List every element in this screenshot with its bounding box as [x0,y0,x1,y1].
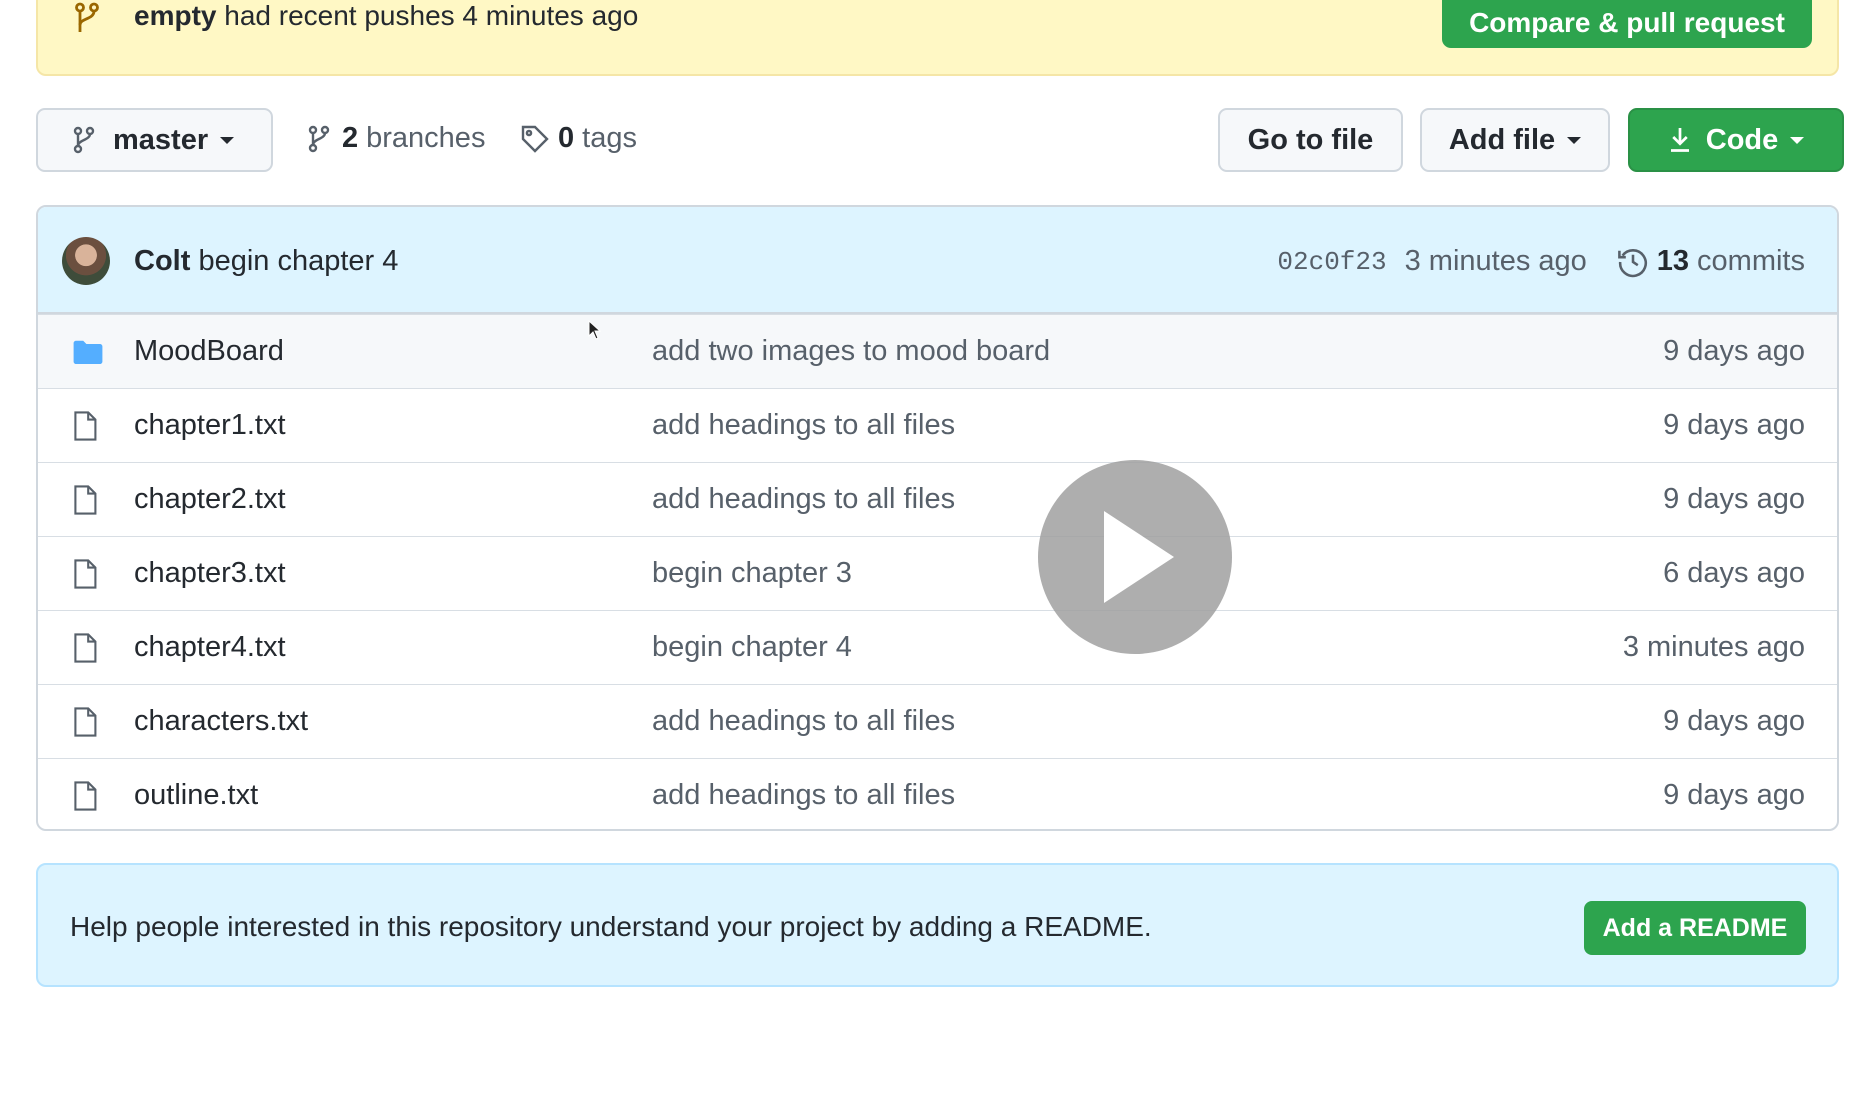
file-commit-link[interactable]: add two images to mood board [652,335,1050,368]
git-branch-icon [71,125,97,155]
file-icon [72,558,98,590]
file-name-link[interactable]: MoodBoard [134,335,284,368]
go-to-file-button[interactable]: Go to file [1218,108,1403,172]
branch-select-button[interactable]: master [36,108,273,172]
table-row[interactable]: MoodBoard add two images to mood board 9… [38,314,1837,388]
download-icon [1668,126,1692,154]
file-commit-link[interactable]: add headings to all files [652,705,955,738]
file-name-link[interactable]: chapter4.txt [134,631,286,664]
file-date: 9 days ago [1663,483,1805,515]
avatar[interactable] [62,237,110,285]
file-commit-link[interactable]: begin chapter 3 [652,557,852,590]
latest-commit-row: Colt begin chapter 4 02c0f23 3 minutes a… [38,207,1837,314]
file-date: 9 days ago [1663,779,1805,811]
file-date: 3 minutes ago [1622,631,1805,663]
file-name-link[interactable]: chapter3.txt [134,557,286,590]
file-name-link[interactable]: chapter1.txt [134,409,286,442]
add-readme-button[interactable]: Add a README [1584,901,1806,955]
commit-message[interactable]: begin chapter 4 [198,245,398,277]
file-commit-link[interactable]: add headings to all files [652,483,955,516]
add-readme-banner: Help people interested in this repositor… [36,863,1839,987]
folder-icon [72,339,104,365]
table-row[interactable]: chapter1.txt add headings to all files 9… [38,388,1837,462]
commit-meta: 02c0f23 3 minutes ago 13 commits [1277,245,1805,278]
mouse-cursor-icon [588,320,602,340]
code-label: Code [1705,123,1779,156]
git-branch-icon [73,0,101,36]
tag-icon [520,124,550,154]
git-branch-icon [306,124,332,154]
file-icon [72,632,98,664]
file-date: 9 days ago [1663,705,1805,737]
commit-sha[interactable]: 02c0f23 [1277,247,1386,277]
table-row[interactable]: chapter2.txt add headings to all files 9… [38,462,1837,536]
file-commit-link[interactable]: add headings to all files [652,779,955,812]
play-icon [1090,507,1180,607]
table-row[interactable]: outline.txt add headings to all files 9 … [38,758,1837,829]
add-file-button[interactable]: Add file [1420,108,1610,172]
history-icon [1617,246,1649,278]
readme-prompt-text: Help people interested in this repositor… [70,911,1152,942]
recent-pushes-banner: empty had recent pushes 4 minutes ago Co… [36,0,1839,76]
file-date: 6 days ago [1663,557,1805,589]
compare-pull-request-button[interactable]: Compare & pull request [1442,0,1812,48]
table-row[interactable]: chapter4.txt begin chapter 4 3 minutes a… [38,610,1837,684]
video-play-button[interactable] [1038,460,1232,654]
table-row[interactable]: chapter3.txt begin chapter 3 6 days ago [38,536,1837,610]
commits-link[interactable]: 13 commits [1657,245,1805,278]
table-row[interactable]: characters.txt add headings to all files… [38,684,1837,758]
file-icon [72,780,98,812]
file-date: 9 days ago [1663,335,1805,367]
file-icon [72,410,98,442]
file-name-link[interactable]: chapter2.txt [134,483,286,516]
pushed-branch-name[interactable]: empty [134,0,216,31]
tags-link[interactable]: 0 tags [520,122,637,155]
file-icon [72,484,98,516]
branch-name: master [113,123,209,156]
file-name-link[interactable]: outline.txt [134,779,258,812]
commit-author[interactable]: Colt [134,245,190,277]
file-table: Colt begin chapter 4 02c0f23 3 minutes a… [36,205,1839,831]
add-file-label: Add file [1448,123,1556,156]
file-date: 9 days ago [1663,409,1805,441]
latest-commit-message: Colt begin chapter 4 [134,245,398,278]
branches-link[interactable]: 2 branches [306,122,485,155]
commit-time[interactable]: 3 minutes ago [1405,245,1587,278]
file-commit-link[interactable]: begin chapter 4 [652,631,852,664]
file-icon [72,706,98,738]
file-commit-link[interactable]: add headings to all files [652,409,955,442]
push-message: empty had recent pushes 4 minutes ago [134,0,639,31]
chevron-down-icon [1790,136,1805,144]
chevron-down-icon [220,136,235,144]
file-name-link[interactable]: characters.txt [134,705,308,738]
chevron-down-icon [1567,136,1582,144]
code-button[interactable]: Code [1628,108,1844,172]
